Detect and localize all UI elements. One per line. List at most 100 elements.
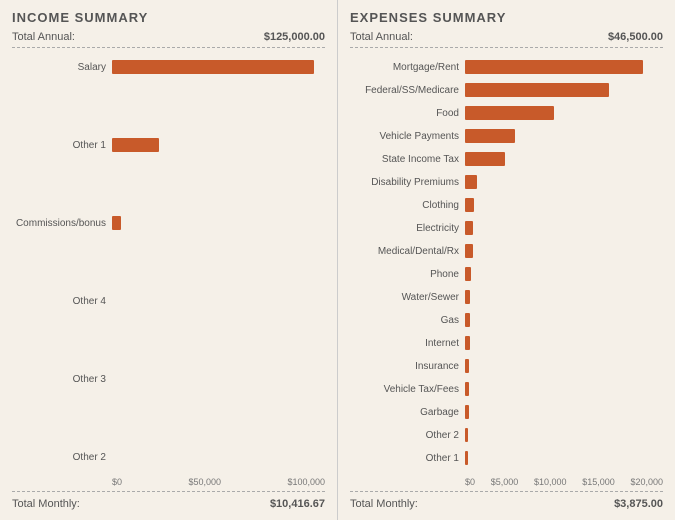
expenses-bar-fill bbox=[465, 129, 515, 143]
income-bar-label: Other 3 bbox=[12, 374, 112, 385]
expenses-bar-fill bbox=[465, 175, 477, 189]
income-bar-row: Other 1 bbox=[12, 134, 325, 156]
expenses-bar-row: Medical/Dental/Rx bbox=[350, 240, 663, 262]
expenses-bar-row: Clothing bbox=[350, 194, 663, 216]
income-xaxis-label: $100,000 bbox=[287, 477, 325, 487]
expenses-bar-label: Water/Sewer bbox=[350, 292, 465, 303]
expenses-xaxis-label: $15,000 bbox=[582, 477, 615, 487]
expenses-bar-label: Electricity bbox=[350, 223, 465, 234]
expenses-bar-row: Water/Sewer bbox=[350, 286, 663, 308]
expenses-total-monthly-label: Total Monthly: bbox=[350, 498, 418, 510]
expenses-bar-fill bbox=[465, 313, 470, 327]
expenses-bar-row: State Income Tax bbox=[350, 148, 663, 170]
expenses-bar-track bbox=[465, 336, 663, 350]
expenses-bar-fill bbox=[465, 244, 473, 258]
expenses-bar-track bbox=[465, 83, 663, 97]
expenses-x-axis: $0 $5,000 $10,000 $15,000 $20,000 bbox=[465, 473, 663, 487]
income-total-annual: Total Annual: $125,000.00 bbox=[12, 31, 325, 48]
expenses-bar-fill bbox=[465, 405, 469, 419]
expenses-xaxis-label: $20,000 bbox=[630, 477, 663, 487]
expenses-bar-row: Disability Premiums bbox=[350, 171, 663, 193]
expenses-bar-track bbox=[465, 313, 663, 327]
income-total-monthly-value: $10,416.67 bbox=[270, 498, 325, 510]
expenses-total-annual: Total Annual: $46,500.00 bbox=[350, 31, 663, 48]
expenses-bar-label: Vehicle Tax/Fees bbox=[350, 384, 465, 395]
expenses-bar-track bbox=[465, 405, 663, 419]
expenses-bar-label: Clothing bbox=[350, 200, 465, 211]
expenses-bar-row: Federal/SS/Medicare bbox=[350, 79, 663, 101]
expenses-bar-row: Internet bbox=[350, 332, 663, 354]
income-bar-label: Commissions/bonus bbox=[12, 218, 112, 229]
expenses-bar-track bbox=[465, 359, 663, 373]
income-bar-label: Salary bbox=[12, 62, 112, 73]
expenses-bar-track bbox=[465, 290, 663, 304]
income-bar-fill bbox=[112, 138, 159, 152]
expenses-bar-track bbox=[465, 428, 663, 442]
income-xaxis-label: $0 bbox=[112, 477, 122, 487]
income-bar-row: Commissions/bonus bbox=[12, 212, 325, 234]
expenses-bar-track bbox=[465, 451, 663, 465]
expenses-bar-label: Internet bbox=[350, 338, 465, 349]
expenses-total-annual-label: Total Annual: bbox=[350, 31, 413, 43]
expenses-bar-fill bbox=[465, 267, 471, 281]
expenses-bar-track bbox=[465, 175, 663, 189]
expenses-bar-label: Medical/Dental/Rx bbox=[350, 246, 465, 257]
expenses-bar-row: Vehicle Payments bbox=[350, 125, 663, 147]
expenses-total-annual-value: $46,500.00 bbox=[608, 31, 663, 43]
income-bar-fill bbox=[112, 60, 314, 74]
income-bar-track bbox=[112, 138, 325, 152]
expenses-bar-fill bbox=[465, 336, 470, 350]
expenses-bar-row: Vehicle Tax/Fees bbox=[350, 378, 663, 400]
expenses-bar-track bbox=[465, 267, 663, 281]
income-bar-fill bbox=[112, 216, 121, 230]
income-bar-track bbox=[112, 451, 325, 465]
expenses-bar-label: Disability Premiums bbox=[350, 177, 465, 188]
expenses-bar-row: Food bbox=[350, 102, 663, 124]
income-bar-label: Other 2 bbox=[12, 452, 112, 463]
expenses-bar-fill bbox=[465, 290, 470, 304]
expenses-bar-row: Mortgage/Rent bbox=[350, 56, 663, 78]
expenses-bar-fill bbox=[465, 60, 643, 74]
income-bar-label: Other 4 bbox=[12, 296, 112, 307]
expenses-bar-track bbox=[465, 244, 663, 258]
income-bar-track bbox=[112, 373, 325, 387]
expenses-bar-label: State Income Tax bbox=[350, 154, 465, 165]
expenses-total-monthly: Total Monthly: $3,875.00 bbox=[350, 491, 663, 510]
expenses-bar-fill bbox=[465, 221, 473, 235]
expenses-bar-row: Gas bbox=[350, 309, 663, 331]
expenses-bar-track bbox=[465, 60, 663, 74]
income-total-annual-value: $125,000.00 bbox=[264, 31, 325, 43]
expenses-bar-row: Phone bbox=[350, 263, 663, 285]
income-panel: INCOME SUMMARY Total Annual: $125,000.00… bbox=[0, 0, 338, 520]
expenses-title: EXPENSES SUMMARY bbox=[350, 10, 663, 25]
income-title: INCOME SUMMARY bbox=[12, 10, 325, 25]
expenses-xaxis-label: $0 bbox=[465, 477, 475, 487]
expenses-bar-row: Electricity bbox=[350, 217, 663, 239]
expenses-chart: Mortgage/Rent Federal/SS/MedicareFood Vehi… bbox=[350, 56, 663, 473]
expenses-bar-fill bbox=[465, 198, 474, 212]
income-chart: Salary Other 1 Commissions/bonus Other 4 Oth… bbox=[12, 56, 325, 473]
expenses-bar-track bbox=[465, 198, 663, 212]
expenses-bar-label: Garbage bbox=[350, 407, 465, 418]
expenses-bar-label: Other 1 bbox=[350, 453, 465, 464]
expenses-bar-row: Other 1 bbox=[350, 447, 663, 469]
expenses-bar-fill bbox=[465, 359, 469, 373]
expenses-xaxis-label: $10,000 bbox=[534, 477, 567, 487]
expenses-bar-track bbox=[465, 221, 663, 235]
expenses-bar-track bbox=[465, 106, 663, 120]
income-xaxis-label: $50,000 bbox=[188, 477, 221, 487]
income-bar-row: Other 4 bbox=[12, 291, 325, 313]
expenses-bar-label: Mortgage/Rent bbox=[350, 62, 465, 73]
expenses-bar-row: Garbage bbox=[350, 401, 663, 423]
expenses-total-monthly-value: $3,875.00 bbox=[614, 498, 663, 510]
expenses-panel: EXPENSES SUMMARY Total Annual: $46,500.0… bbox=[338, 0, 675, 520]
expenses-bar-fill bbox=[465, 428, 468, 442]
expenses-xaxis-label: $5,000 bbox=[491, 477, 519, 487]
income-x-axis: $0 $50,000 $100,000 bbox=[112, 473, 325, 487]
expenses-bar-track bbox=[465, 382, 663, 396]
expenses-bar-row: Insurance bbox=[350, 355, 663, 377]
income-bar-row: Salary bbox=[12, 56, 325, 78]
expenses-bar-label: Vehicle Payments bbox=[350, 131, 465, 142]
expenses-bar-label: Other 2 bbox=[350, 430, 465, 441]
expenses-bar-label: Gas bbox=[350, 315, 465, 326]
